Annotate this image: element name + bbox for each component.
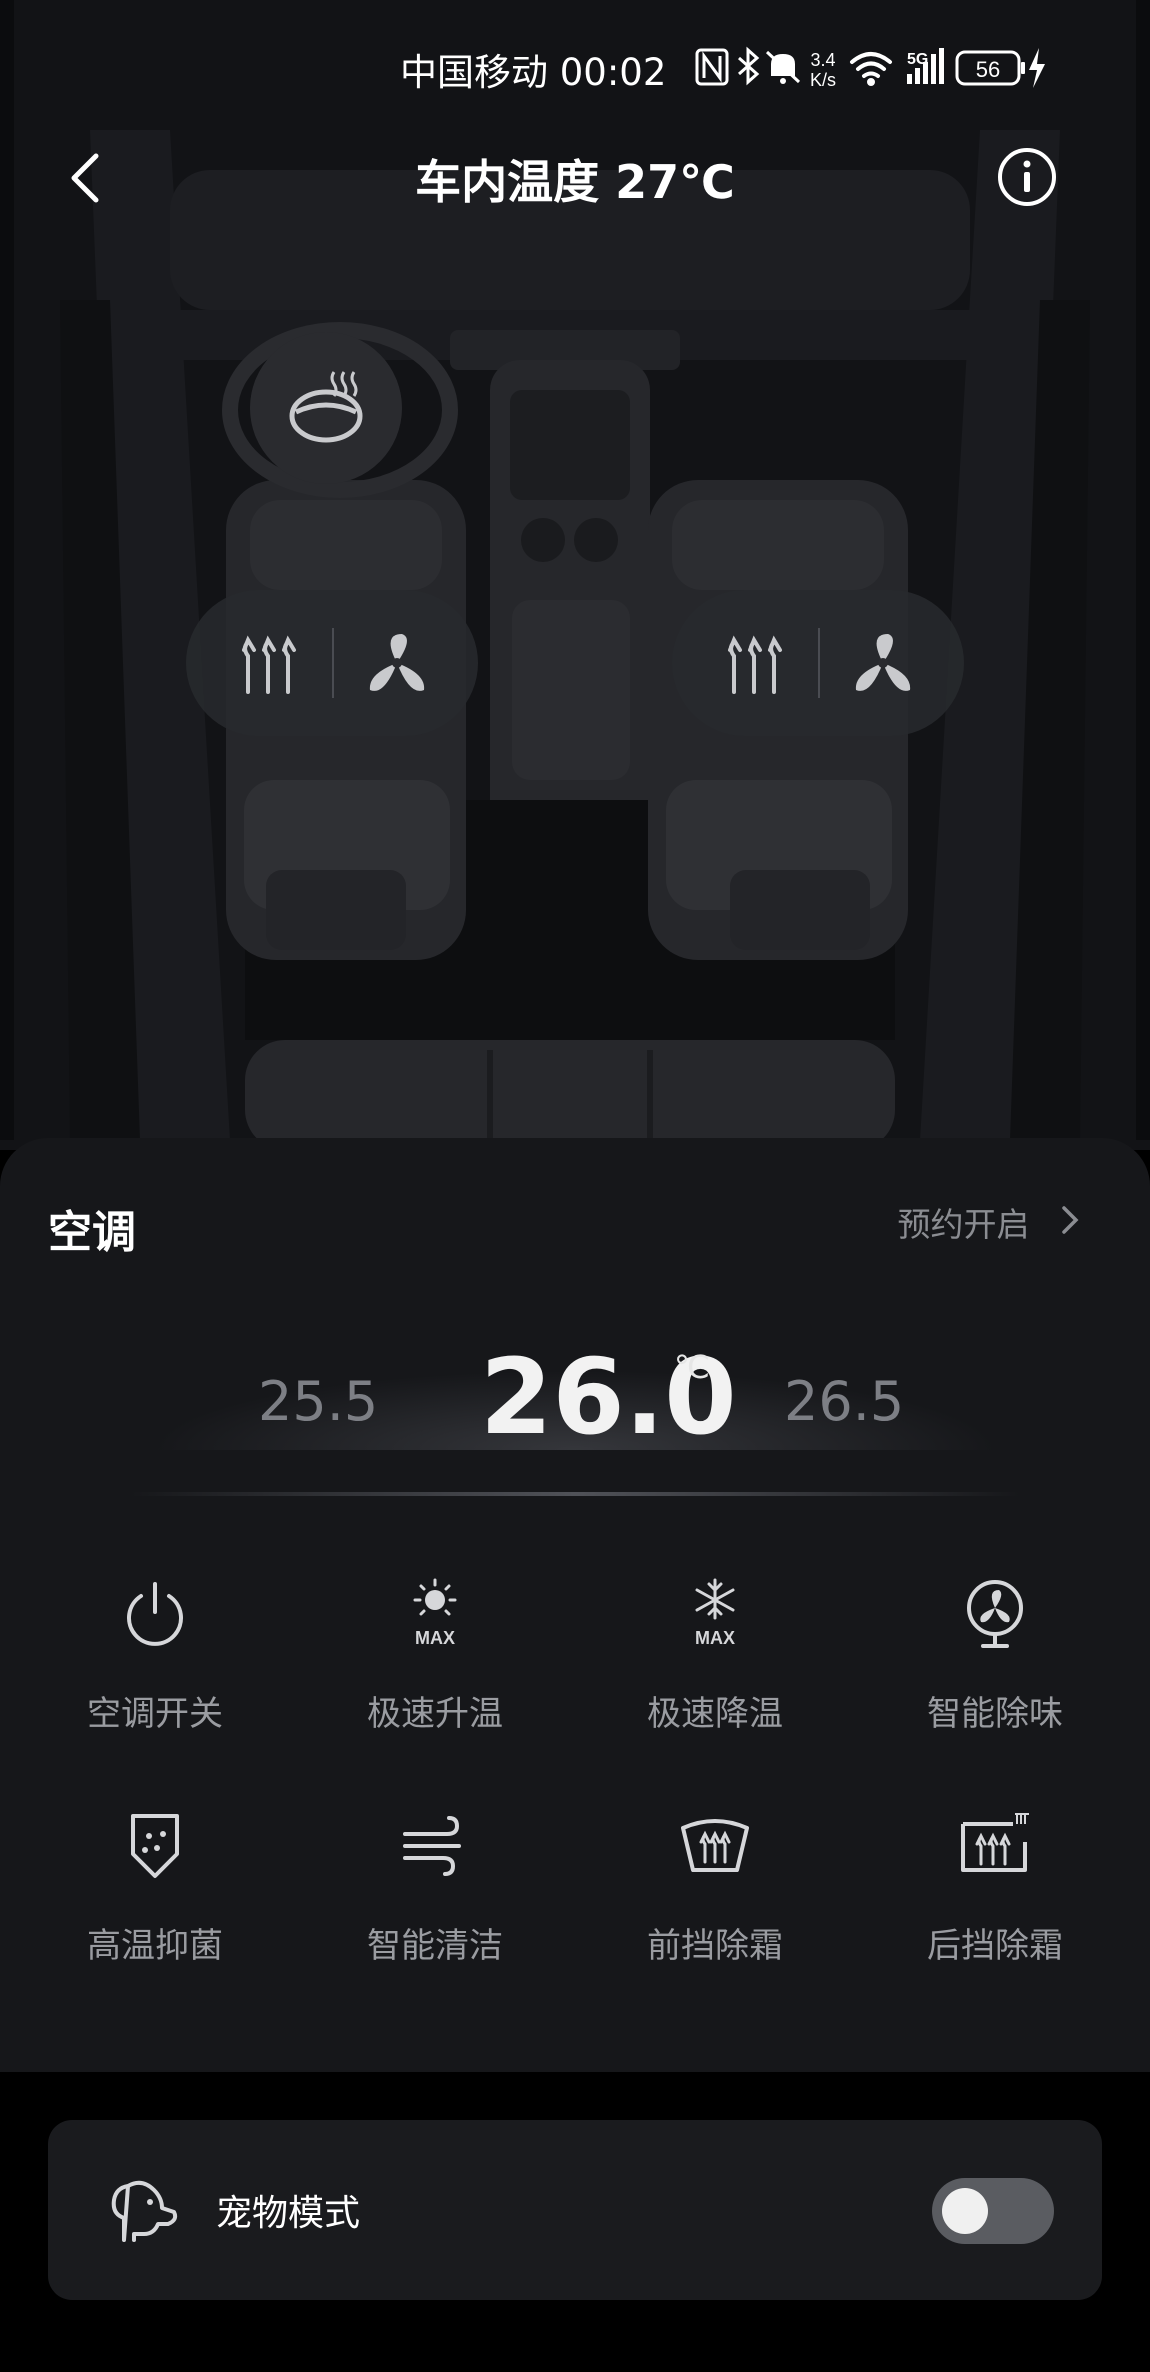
- divider: [332, 628, 334, 698]
- passenger-seat-controls: [672, 590, 964, 736]
- deodorize-button[interactable]: 智能除味: [880, 1578, 1110, 1768]
- nfc-icon: [695, 48, 729, 86]
- toggle-knob: [942, 2188, 988, 2234]
- status-bar: 中国移动 00:02 3.4 K/s 5G 56: [0, 36, 1150, 96]
- passenger-seat-heat-icon[interactable]: [722, 632, 786, 696]
- steering-wheel-heat-icon[interactable]: [250, 332, 402, 484]
- smart-clean-label: 智能清洁: [367, 1926, 503, 1966]
- ac-section-title: 空调: [48, 1207, 136, 1258]
- rear-defrost-icon: [961, 1813, 1029, 1872]
- sterilize-button[interactable]: 高温抑菌: [40, 1810, 270, 2000]
- rapid-cool-label: 极速降温: [647, 1694, 783, 1734]
- chevron-right-icon: [1062, 1206, 1079, 1234]
- snowflake-max-icon: MAX: [695, 1578, 735, 1648]
- pet-mode-label: 宠物模式: [216, 2193, 361, 2234]
- mute-icon: [765, 50, 801, 84]
- fan-deodorize-icon: [967, 1580, 1023, 1648]
- wind-clean-icon: [403, 1816, 461, 1876]
- max-badge: MAX: [415, 1628, 455, 1648]
- divider: [818, 628, 820, 698]
- schedule-label: 预约开启: [897, 1205, 1030, 1244]
- ac-power-button[interactable]: 空调开关: [40, 1578, 270, 1768]
- smart-clean-button[interactable]: 智能清洁: [320, 1810, 550, 2000]
- ac-panel: 空调 预约开启 25.5 26.0 ℃ 26.5 空调开关 MAX 极速升温 M…: [0, 1138, 1150, 2072]
- dog-icon: [111, 2180, 178, 2242]
- charging-icon: [1029, 48, 1045, 88]
- driver-seat-controls: [186, 590, 478, 736]
- battery-level: 56: [976, 57, 1000, 82]
- rapid-heat-button[interactable]: MAX 极速升温: [320, 1578, 550, 1768]
- driver-seat-heat-icon[interactable]: [236, 632, 300, 696]
- temp-option-lower[interactable]: 25.5: [258, 1370, 378, 1433]
- sterilize-label: 高温抑菌: [87, 1926, 223, 1966]
- rear-defrost-button[interactable]: 后挡除霜: [880, 1810, 1110, 2000]
- temp-unit: ℃: [674, 1348, 710, 1386]
- front-defrost-label: 前挡除霜: [647, 1926, 783, 1966]
- carrier-and-time: 中国移动 00:02: [400, 51, 667, 94]
- net-speed-unit: K/s: [810, 70, 836, 90]
- rapid-cool-button[interactable]: MAX 极速降温: [600, 1578, 830, 1768]
- info-icon[interactable]: [996, 146, 1058, 208]
- bluetooth-icon: [738, 46, 760, 86]
- schedule-button[interactable]: 预约开启: [898, 1198, 1081, 1246]
- temp-option-higher[interactable]: 26.5: [784, 1370, 904, 1433]
- front-defrost-button[interactable]: 前挡除霜: [600, 1810, 830, 2000]
- net-speed-value: 3.4: [810, 50, 835, 70]
- temperature-slider-track[interactable]: [130, 1492, 1020, 1496]
- power-icon: [127, 1582, 183, 1646]
- page-title: 车内温度 27℃: [415, 155, 735, 209]
- status-icons: 3.4 K/s 5G 56: [695, 46, 1045, 90]
- passenger-seat-fan-icon[interactable]: [848, 630, 918, 696]
- shield-sterilize-icon: [131, 1814, 179, 1878]
- pet-mode-card: 宠物模式: [48, 2120, 1102, 2300]
- rear-defrost-label: 后挡除霜: [927, 1926, 1063, 1966]
- driver-seat-fan-icon[interactable]: [362, 630, 432, 696]
- pet-mode-toggle[interactable]: [932, 2178, 1054, 2244]
- front-defrost-icon: [681, 1819, 749, 1872]
- max-badge: MAX: [695, 1628, 735, 1648]
- wifi-icon: [850, 52, 892, 86]
- temperature-selector[interactable]: 25.5 26.0 ℃ 26.5: [0, 1308, 1150, 1468]
- title-bar: 车内温度 27℃: [0, 130, 1150, 220]
- sun-max-icon: MAX: [413, 1578, 457, 1648]
- ac-power-label: 空调开关: [87, 1694, 223, 1734]
- deodorize-label: 智能除味: [927, 1694, 1063, 1734]
- rapid-heat-label: 极速升温: [367, 1694, 503, 1734]
- battery-icon: 56: [955, 50, 1025, 86]
